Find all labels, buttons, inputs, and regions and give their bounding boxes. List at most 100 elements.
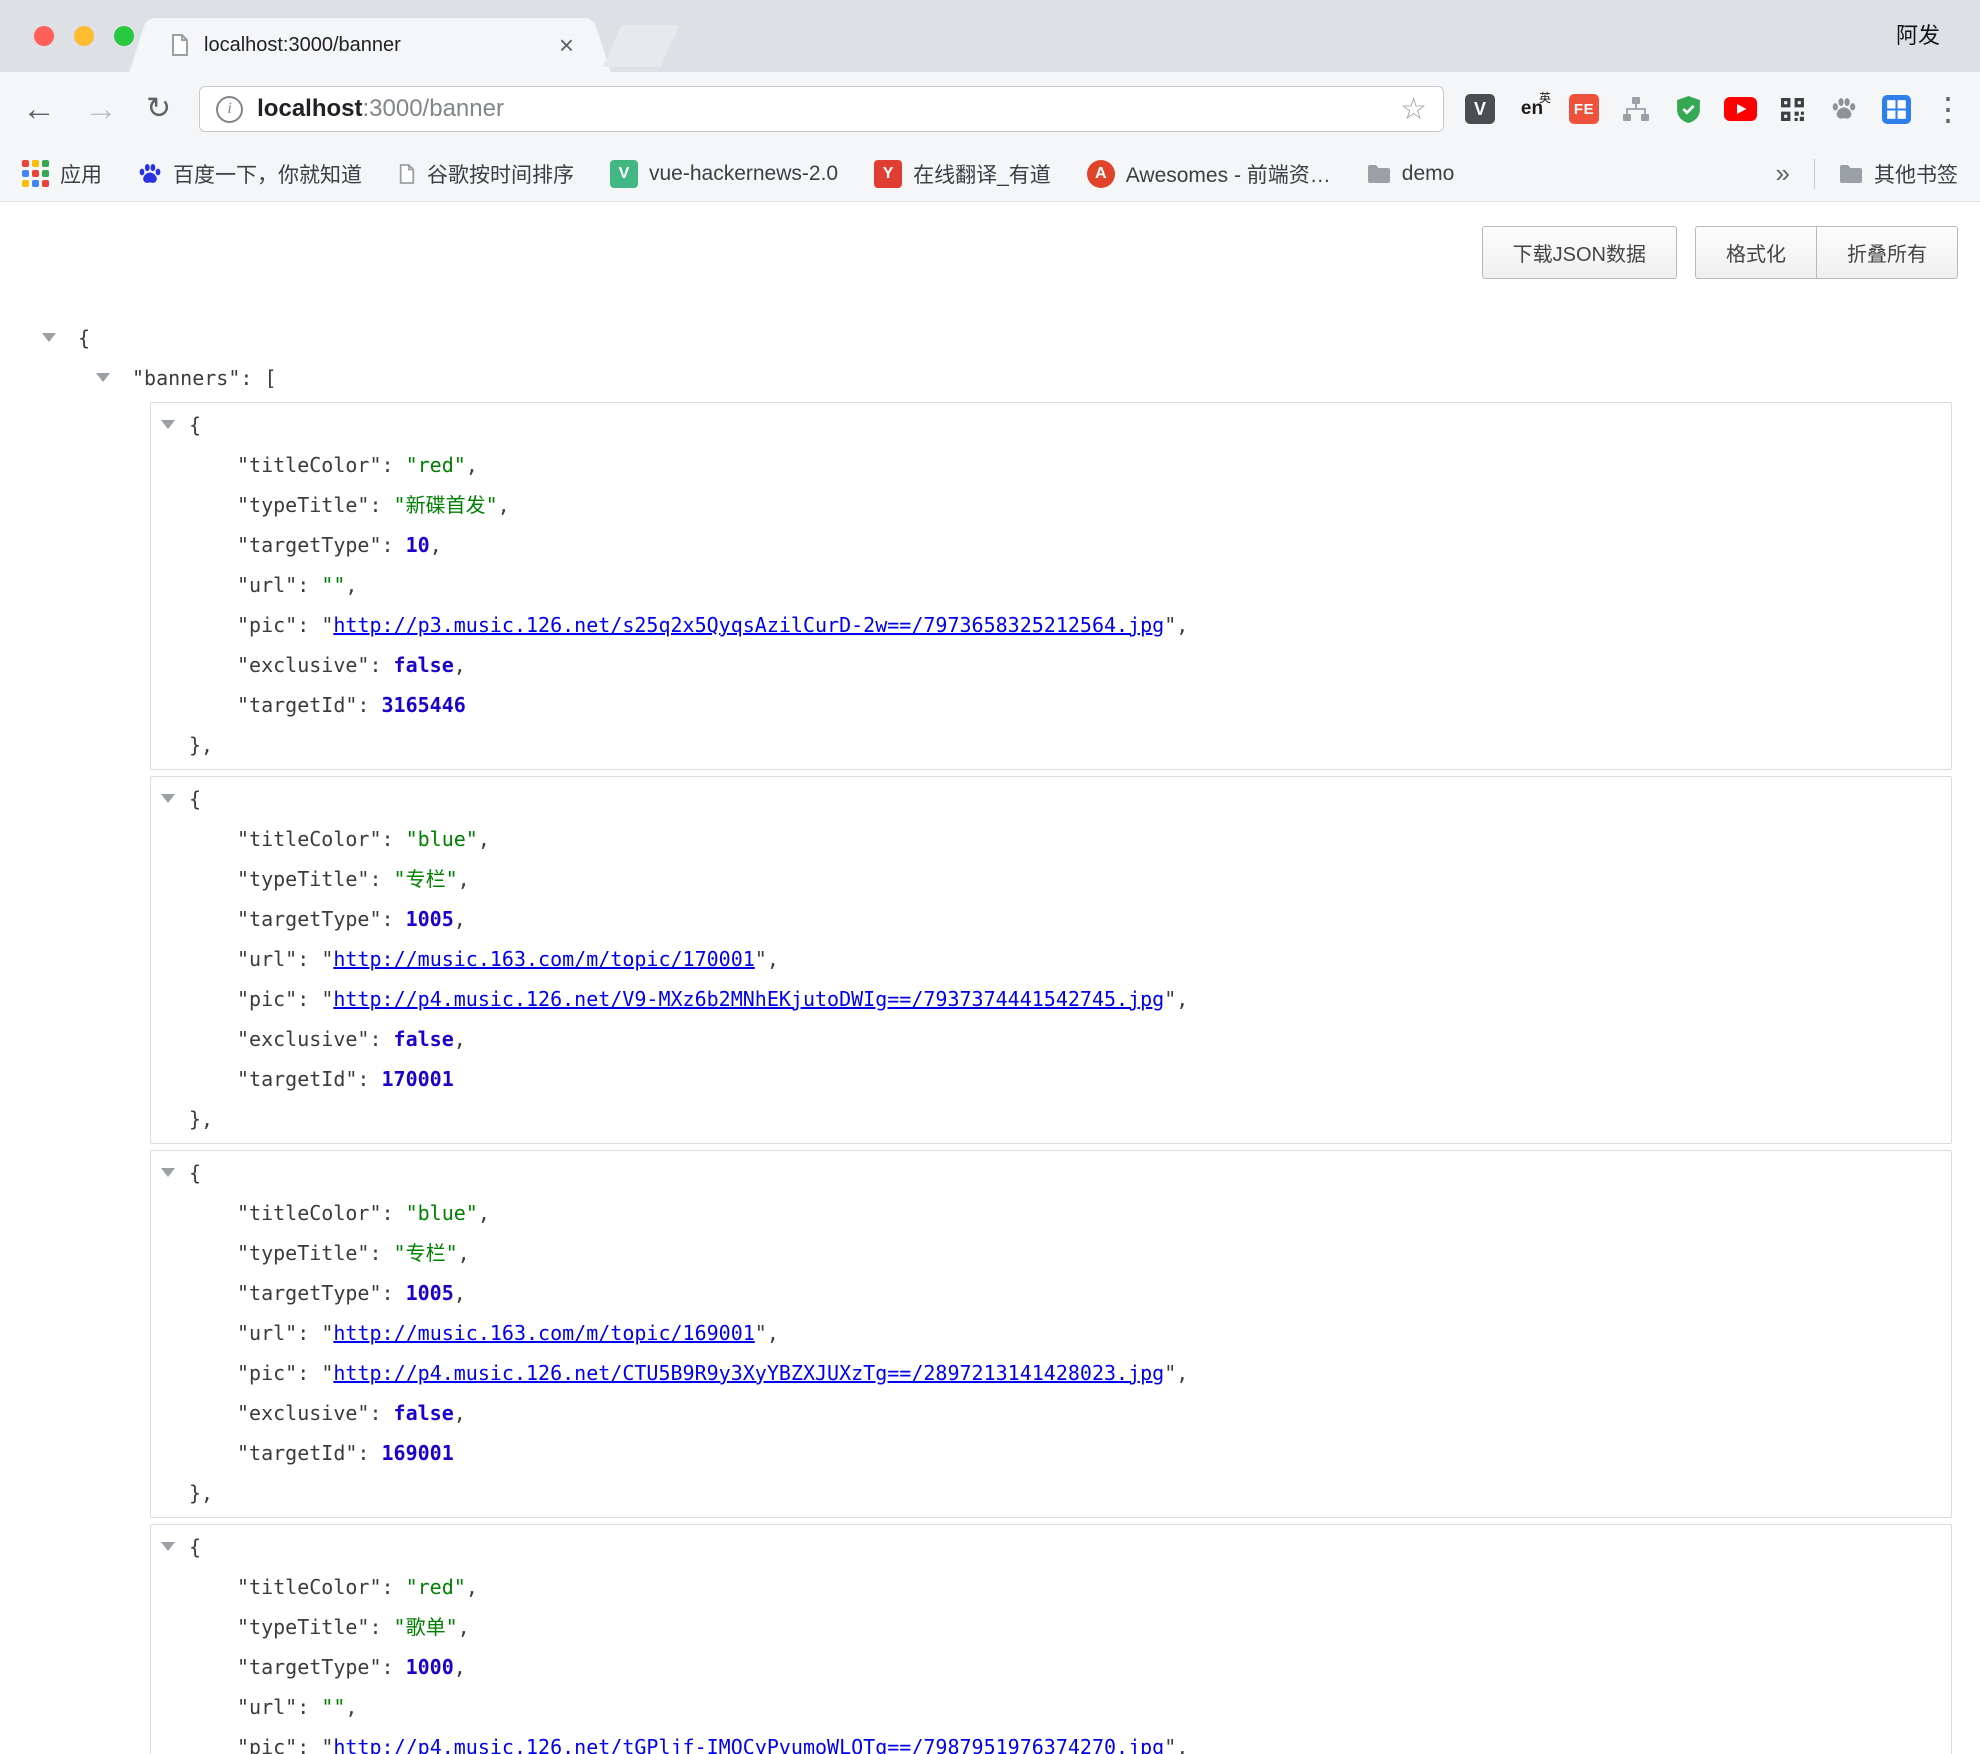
collapse-all-button[interactable]: 折叠所有 (1816, 226, 1958, 279)
json-key: "pic" (237, 613, 297, 637)
json-punctuation: , (1176, 987, 1188, 1011)
json-punctuation: : (382, 1575, 406, 1599)
bookmarks-overflow-chevron[interactable]: » (1776, 158, 1790, 189)
json-value: 10 (406, 533, 430, 557)
qr-code-extension-icon[interactable] (1770, 87, 1814, 131)
json-value: "red" (406, 1575, 466, 1599)
json-key: "targetId" (237, 1067, 357, 1091)
json-key: "targetType" (237, 1281, 382, 1305)
json-value: false (394, 1027, 454, 1051)
json-punctuation: }, (189, 1481, 213, 1505)
json-line: }, (151, 1473, 1951, 1513)
bookmark-youdao-translate[interactable]: Y 在线翻译_有道 (874, 159, 1051, 189)
json-punctuation: , (458, 867, 470, 891)
json-value: 1005 (406, 1281, 454, 1305)
json-line: { (151, 405, 1951, 445)
browser-menu-icon[interactable]: ⋮ (1932, 93, 1964, 125)
collapse-toggle-icon[interactable] (161, 1168, 175, 1177)
bookmark-demo-folder[interactable]: demo (1367, 162, 1455, 186)
maximize-window-button[interactable] (114, 26, 134, 46)
page-info-icon[interactable]: i (216, 96, 243, 123)
json-value: 169001 (382, 1441, 454, 1465)
json-object: {"titleColor": "blue","typeTitle": "专栏",… (150, 776, 1952, 1144)
json-punctuation: : (369, 493, 393, 517)
bookmark-star-icon[interactable]: ☆ (1400, 92, 1427, 127)
address-bar[interactable]: i localhost:3000/banner ☆ (199, 86, 1444, 132)
json-punctuation: : (297, 573, 321, 597)
paw-extension-icon[interactable] (1822, 87, 1866, 131)
json-line: "pic": "http://p3.music.126.net/s25q2x5Q… (151, 605, 1951, 645)
bookmark-awesomes[interactable]: A Awesomes - 前端资… (1087, 159, 1331, 189)
json-line: "targetId": 170001 (151, 1059, 1951, 1099)
json-punctuation: { (189, 1161, 201, 1185)
other-bookmarks-folder[interactable]: 其他书签 (1839, 159, 1958, 189)
json-line: "targetType": 10, (151, 525, 1951, 565)
url-path: :3000/banner (363, 95, 504, 122)
json-punctuation: : (382, 1201, 406, 1225)
json-line: { (151, 1153, 1951, 1193)
json-line: "exclusive": false, (151, 645, 1951, 685)
json-line: "typeTitle": "歌单", (151, 1607, 1951, 1647)
translate-extension-icon[interactable]: en 英 (1510, 87, 1554, 131)
minimize-window-button[interactable] (74, 26, 94, 46)
collapse-toggle-icon[interactable] (161, 794, 175, 803)
security-shield-extension-icon[interactable] (1666, 87, 1710, 131)
json-url-link[interactable]: http://music.163.com/m/topic/170001 (333, 947, 754, 971)
json-key: "targetType" (237, 533, 382, 557)
json-url-link[interactable]: http://p3.music.126.net/s25q2x5QyqsAzilC… (333, 613, 1164, 637)
format-button[interactable]: 格式化 (1695, 226, 1817, 279)
youtube-extension-icon[interactable] (1718, 87, 1762, 131)
page-favicon-icon (170, 33, 190, 57)
json-punctuation: : (297, 1735, 321, 1754)
bookmark-apps[interactable]: 应用 (22, 159, 102, 189)
json-line: { (151, 779, 1951, 819)
forward-button[interactable]: → (84, 92, 118, 126)
tab-strip: localhost:3000/banner × 阿发 (0, 0, 1980, 72)
profile-name[interactable]: 阿发 (1896, 18, 1940, 50)
collapse-toggle-icon[interactable] (161, 1542, 175, 1551)
json-punctuation: , (1176, 1735, 1188, 1754)
json-punctuation: : (382, 453, 406, 477)
json-punctuation: " (321, 1735, 333, 1754)
tab-close-icon[interactable]: × (559, 32, 574, 58)
json-line: "titleColor": "red", (151, 445, 1951, 485)
collapse-toggle-icon[interactable] (161, 420, 175, 429)
fe-extension-icon[interactable]: FE (1562, 87, 1606, 131)
json-punctuation: , (767, 1321, 779, 1345)
bookmark-label: 应用 (60, 159, 102, 189)
json-value: "blue" (406, 827, 478, 851)
json-key: "pic" (237, 1735, 297, 1754)
refresh-button[interactable]: ↻ (146, 94, 171, 124)
json-key: "url" (237, 1321, 297, 1345)
json-value: 1005 (406, 907, 454, 931)
json-line: "pic": "http://p4.music.126.net/tGPljf-I… (151, 1727, 1951, 1754)
json-punctuation: " (321, 1361, 333, 1385)
json-line: "banners": [ (0, 358, 1980, 398)
json-line: "url": "http://music.163.com/m/topic/170… (151, 939, 1951, 979)
json-punctuation: }, (189, 1107, 213, 1131)
folder-icon (1839, 164, 1863, 184)
close-window-button[interactable] (34, 26, 54, 46)
download-json-button[interactable]: 下载JSON数据 (1482, 226, 1677, 279)
awesomes-icon: A (1087, 160, 1115, 188)
bookmark-vue-hackernews[interactable]: V vue-hackernews-2.0 (610, 160, 838, 188)
json-url-link[interactable]: http://p4.music.126.net/CTU5B9R9y3XyYBZX… (333, 1361, 1164, 1385)
collapse-toggle-icon[interactable] (42, 333, 56, 342)
json-punctuation: : (369, 653, 393, 677)
bookmark-baidu[interactable]: 百度一下，你就知道 (138, 159, 362, 189)
json-url-link[interactable]: http://p4.music.126.net/tGPljf-IMOCyPvum… (333, 1735, 1164, 1754)
back-button[interactable]: ← (22, 92, 56, 126)
json-url-link[interactable]: http://music.163.com/m/topic/169001 (333, 1321, 754, 1345)
bookmark-google-sort[interactable]: 谷歌按时间排序 (398, 159, 574, 189)
sitemap-extension-icon[interactable] (1614, 87, 1658, 131)
new-tab-button[interactable] (603, 25, 680, 67)
grid-extension-icon[interactable] (1874, 87, 1918, 131)
json-punctuation: : (382, 1655, 406, 1679)
vimium-extension-icon[interactable]: V (1458, 87, 1502, 131)
json-url-link[interactable]: http://p4.music.126.net/V9-MXz6b2MNhEKju… (333, 987, 1164, 1011)
browser-tab[interactable]: localhost:3000/banner × (150, 18, 590, 72)
json-line: "typeTitle": "专栏", (151, 1233, 1951, 1273)
json-punctuation: , (478, 827, 490, 851)
collapse-toggle-icon[interactable] (96, 373, 110, 382)
json-punctuation: , (430, 533, 442, 557)
